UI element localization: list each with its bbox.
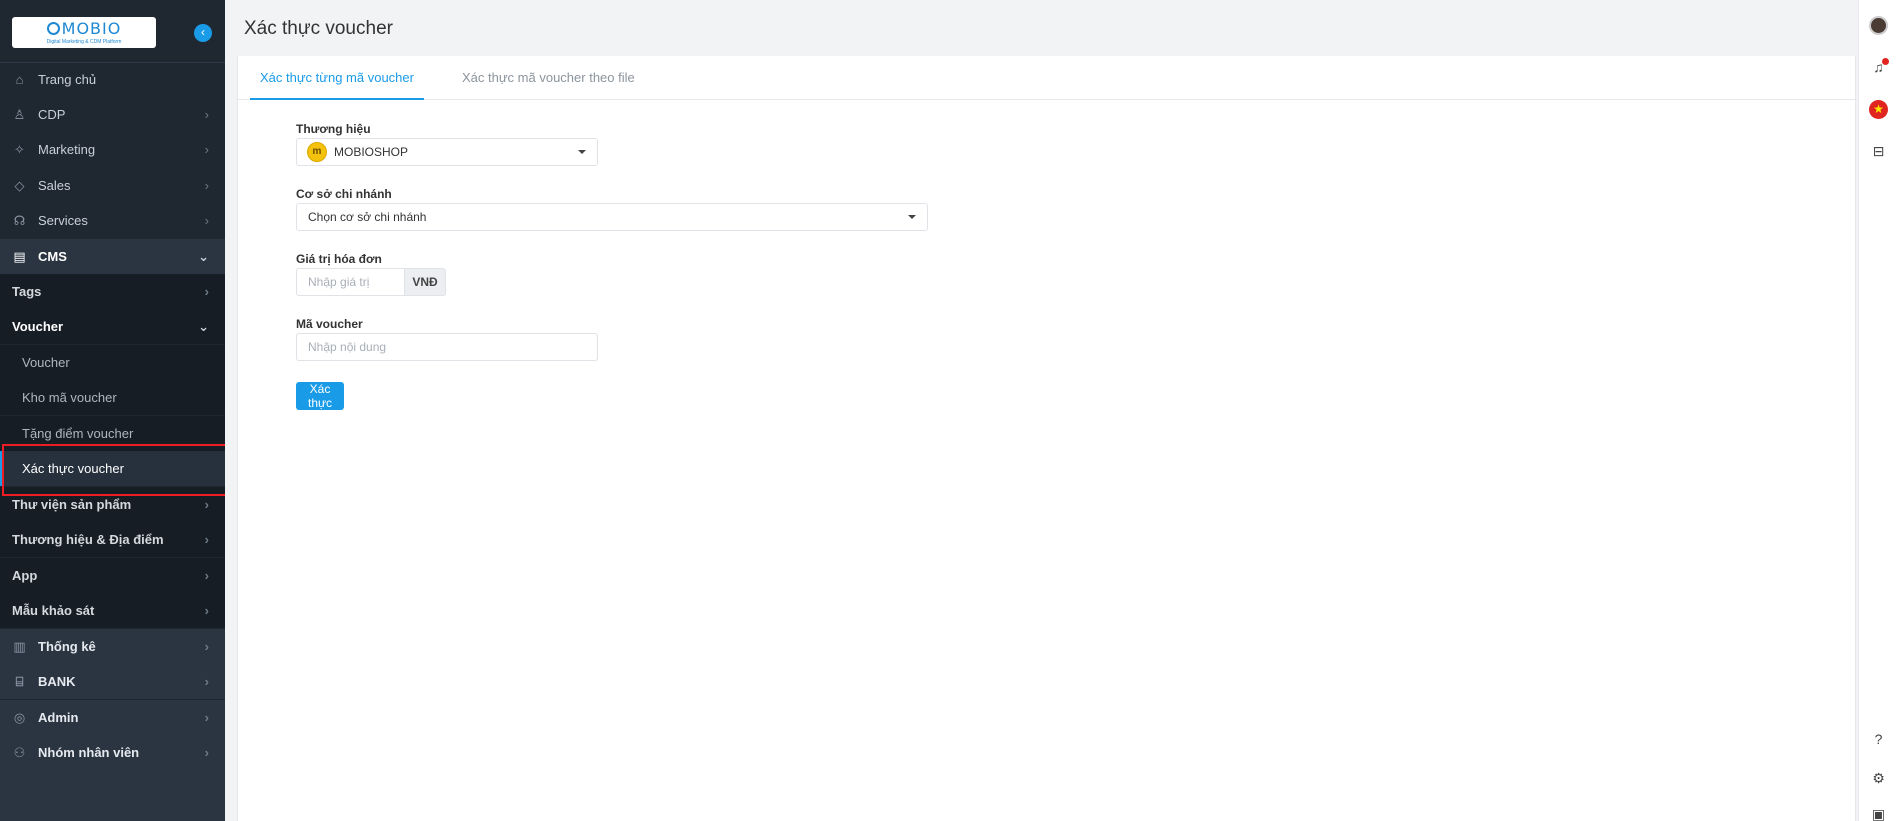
sidebar-item-app[interactable]: App ›	[0, 558, 225, 593]
chevron-right-icon: ›	[204, 603, 209, 618]
voucher-code-label: Mã voucher	[296, 317, 363, 331]
chevron-right-icon: ›	[204, 213, 209, 228]
logo-tagline: Digital Marketing & CDM Platform	[46, 39, 122, 45]
hand-icon: ☊	[13, 212, 26, 228]
gear-icon[interactable]: ⚙	[1869, 769, 1888, 788]
branch-select[interactable]: Chọn cơ sở chi nhánh	[296, 203, 928, 231]
app-logo[interactable]: MOBIO Digital Marketing & CDM Platform	[12, 17, 156, 48]
sidebar-item-label: Services	[38, 213, 88, 228]
chevron-down-icon: ⌄	[198, 248, 209, 264]
megaphone-icon: ✧	[14, 141, 25, 157]
invoice-value-input[interactable]	[296, 268, 405, 296]
sidebar-item-label: Nhóm nhân viên	[38, 745, 140, 760]
chevron-right-icon: ›	[204, 639, 209, 654]
branch-select-value: Chọn cơ sở chi nhánh	[308, 210, 427, 224]
brand-select[interactable]: m MOBIOSHOP	[296, 138, 598, 166]
sidebar-item-tags[interactable]: Tags ›	[0, 274, 225, 309]
sidebar-item-label: BANK	[38, 674, 76, 689]
collapse-sidebar-icon[interactable]: ‹	[194, 24, 212, 42]
sidebar-item-survey-templates[interactable]: Mẫu khảo sát ›	[0, 593, 225, 628]
caret-down-icon	[578, 150, 586, 154]
sidebar-item-label: Tags	[12, 284, 42, 299]
logo-bar: MOBIO Digital Marketing & CDM Platform ‹	[0, 0, 225, 63]
sidebar-item-label: Trang chủ	[38, 72, 97, 87]
sidebar-item-voucher[interactable]: Voucher	[0, 345, 225, 380]
right-toolbar: ♫ ★ ⊟ ? ⚙ ▣	[1858, 0, 1897, 821]
caret-down-icon	[908, 215, 916, 219]
bell-icon[interactable]: ♫	[1869, 58, 1889, 77]
notification-dot	[1882, 58, 1889, 65]
chevron-right-icon: ›	[204, 745, 209, 760]
user-avatar[interactable]	[1869, 16, 1888, 35]
tab-verify-single[interactable]: Xác thực từng mã voucher	[250, 56, 424, 100]
sidebar-item-label: CMS	[38, 249, 67, 264]
sidebar-item-marketing[interactable]: ✧ Marketing ›	[0, 132, 225, 167]
tag-icon: ◇	[14, 177, 25, 193]
user-icon: ♙	[13, 106, 26, 122]
sidebar-item-label: Marketing	[38, 142, 96, 157]
chevron-down-icon: ⌄	[198, 318, 209, 334]
chevron-right-icon: ›	[204, 568, 209, 583]
sidebar-item-label: Tặng điểm voucher	[22, 426, 134, 441]
main-panel: Xác thực từng mã voucher Xác thực mã vou…	[237, 56, 1857, 821]
brand-select-value: MOBIOSHOP	[334, 145, 409, 159]
help-icon[interactable]: ?	[1869, 730, 1888, 749]
voucher-code-input[interactable]	[296, 333, 598, 361]
brand-label: Thương hiệu	[296, 122, 371, 136]
chevron-right-icon: ›	[204, 178, 209, 193]
page-title: Xác thực voucher	[244, 18, 393, 39]
sidebar-item-label: Voucher	[12, 319, 64, 334]
currency-addon: VNĐ	[405, 268, 446, 296]
team-icon: ⚇	[13, 744, 26, 760]
document-icon: ▤	[13, 248, 26, 264]
chevron-right-icon: ›	[204, 497, 209, 512]
sidebar-item-home[interactable]: ⌂ Trang chủ	[0, 62, 225, 97]
sidebar-item-sales[interactable]: ◇ Sales ›	[0, 168, 225, 203]
sidebar-item-label: Voucher	[22, 355, 70, 370]
sidebar-item-voucher-store[interactable]: Kho mã voucher	[0, 380, 225, 415]
sidebar-item-bank[interactable]: ⌸ BANK ›	[0, 664, 225, 699]
sidebar-item-brand-location[interactable]: Thương hiệu & Địa điểm ›	[0, 522, 225, 557]
logo-text: MOBIO	[61, 19, 122, 38]
highlight-annotation	[2, 444, 244, 496]
branch-label: Cơ sở chi nhánh	[296, 187, 392, 201]
sidebar-item-label: Thống kê	[38, 639, 96, 654]
verify-button[interactable]: Xác thực	[296, 382, 345, 410]
chevron-right-icon: ›	[204, 284, 209, 299]
sidebar-item-statistics[interactable]: ▥ Thống kê ›	[0, 629, 225, 664]
image-icon[interactable]: ▣	[1869, 805, 1888, 821]
sidebar-item-label: Thư viện sản phẩm	[12, 497, 132, 512]
sidebar-item-admin[interactable]: ◎ Admin ›	[0, 700, 225, 735]
sidebar-item-label: Sales	[38, 178, 71, 193]
sidebar-item-cdp[interactable]: ♙ CDP ›	[0, 97, 225, 132]
home-icon: ⌂	[15, 72, 24, 87]
chevron-right-icon: ›	[204, 710, 209, 725]
page-header: Xác thực voucher	[225, 0, 1858, 56]
tab-verify-by-file[interactable]: Xác thực mã voucher theo file	[462, 56, 635, 100]
sidebar-item-label: Admin	[38, 710, 79, 725]
sidebar-item-cms[interactable]: ▤ CMS ⌄	[0, 239, 225, 274]
sidebar-item-services[interactable]: ☊ Services ›	[0, 203, 225, 238]
chevron-right-icon: ›	[204, 532, 209, 547]
sidebar: MOBIO Digital Marketing & CDM Platform ‹…	[0, 0, 225, 821]
sidebar-item-label: CDP	[38, 107, 66, 122]
admin-icon: ◎	[13, 709, 26, 725]
chart-icon: ▥	[13, 638, 26, 654]
sidebar-item-voucher-group[interactable]: Voucher ⌄	[0, 309, 225, 344]
chevron-right-icon: ›	[204, 674, 209, 689]
sidebar-item-label: App	[12, 568, 38, 583]
sidebar-item-label: Thương hiệu & Địa điểm	[12, 532, 164, 547]
sidebar-item-staff-groups[interactable]: ⚇ Nhóm nhân viên ›	[0, 735, 225, 770]
chevron-right-icon: ›	[204, 107, 209, 122]
sidebar-item-label: Kho mã voucher	[22, 390, 117, 405]
language-flag-icon[interactable]: ★	[1869, 100, 1888, 119]
bank-icon: ⌸	[15, 673, 24, 689]
tab-bar: Xác thực từng mã voucher Xác thực mã vou…	[238, 56, 1857, 100]
gift-icon[interactable]: ⊟	[1869, 142, 1888, 161]
sidebar-item-label: Mẫu khảo sát	[12, 603, 95, 618]
chevron-right-icon: ›	[204, 142, 209, 157]
invoice-label: Giá trị hóa đơn	[296, 252, 382, 266]
brand-logo-icon: m	[307, 142, 327, 162]
